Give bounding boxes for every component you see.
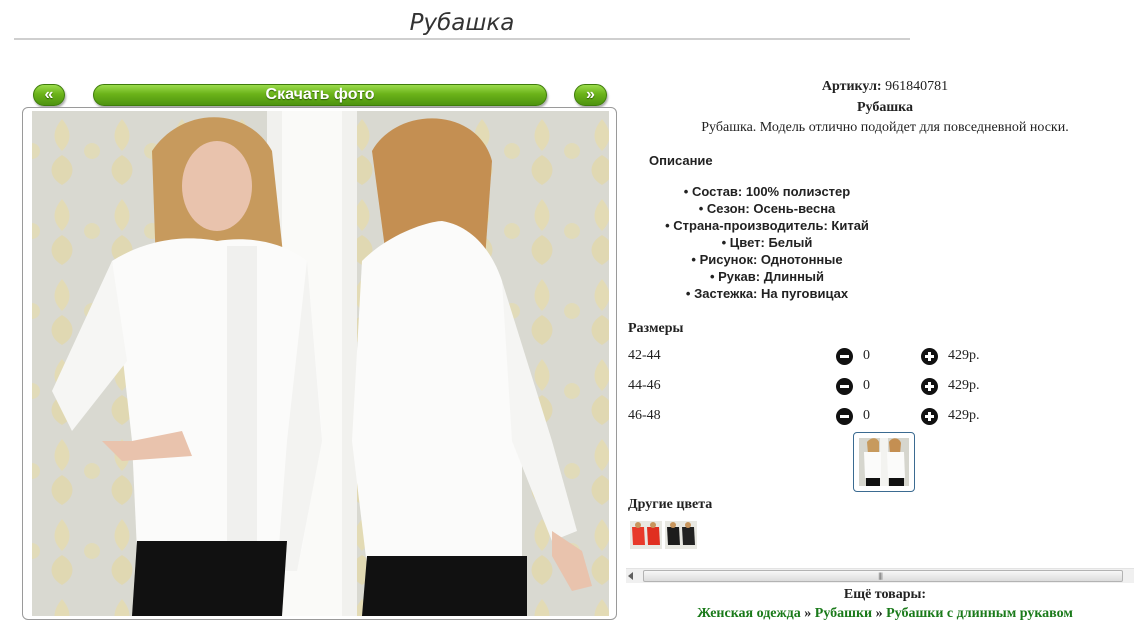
crumb-link[interactable]: Рубашки с длинным рукавом (886, 606, 1073, 621)
minus-icon[interactable] (836, 408, 853, 425)
product-name: Рубашка (856, 100, 914, 115)
other-colors-heading: Другие цвета (628, 497, 713, 512)
crumb-link[interactable]: Женская одежда (697, 606, 801, 621)
photo-frame (22, 107, 617, 620)
prev-photo-button[interactable]: « (33, 84, 65, 106)
plus-icon[interactable] (921, 408, 938, 425)
description-heading: Описание (649, 153, 713, 168)
crumb-separator: » (804, 606, 812, 621)
crumb-link[interactable]: Рубашки (815, 606, 872, 621)
product-photo[interactable] (32, 111, 609, 616)
page-title: Рубашка (14, 8, 910, 40)
property-item: Застежка: На пуговицах (626, 285, 908, 302)
sku-label: Артикул: (821, 79, 882, 94)
size-row: 46-48 0 429р. (628, 408, 1128, 428)
property-item: Страна-производитель: Китай (626, 217, 908, 234)
color-swatch-black[interactable] (665, 521, 697, 549)
property-item: Рукав: Длинный (626, 268, 908, 285)
size-price: 429р. (948, 348, 980, 363)
property-item: Цвет: Белый (626, 234, 908, 251)
property-item: Состав: 100% полиэстер (626, 183, 908, 200)
size-row: 42-44 0 429р. (628, 348, 1128, 368)
scrollbar-thumb[interactable]: ||| (643, 570, 1123, 582)
quantity-value: 0 (863, 378, 870, 393)
size-row: 44-46 0 429р. (628, 378, 1128, 398)
property-item: Сезон: Осень-весна (626, 200, 908, 217)
product-photo-image (32, 111, 609, 616)
photo-thumbnail[interactable] (853, 432, 915, 492)
download-photo-button[interactable]: Скачать фото (93, 84, 547, 106)
sku-value: 961840781 (885, 79, 949, 94)
color-swatch-red[interactable] (630, 521, 662, 549)
scroll-left-arrow-icon[interactable] (628, 572, 633, 580)
quantity-value: 0 (863, 408, 870, 423)
sizes-heading: Размеры (628, 321, 684, 336)
crumb-separator: » (875, 606, 883, 621)
quantity-value: 0 (863, 348, 870, 363)
next-photo-button[interactable]: » (574, 84, 607, 106)
horizontal-scrollbar[interactable]: ||| (626, 568, 1134, 583)
property-item: Рисунок: Однотонные (626, 251, 908, 268)
property-list: Состав: 100% полиэстер Сезон: Осень-весн… (626, 183, 908, 302)
grip-icon: ||| (878, 572, 883, 580)
more-items-heading: Ещё товары: (843, 587, 927, 602)
photo-thumbnail-image (859, 438, 909, 486)
minus-icon[interactable] (836, 378, 853, 395)
product-short-description: Рубашка. Модель отлично подойдет для пов… (701, 120, 1069, 135)
plus-icon[interactable] (921, 348, 938, 365)
size-label: 42-44 (628, 348, 661, 363)
size-label: 44-46 (628, 378, 661, 393)
minus-icon[interactable] (836, 348, 853, 365)
size-label: 46-48 (628, 408, 661, 423)
breadcrumb: Женская одежда » Рубашки » Рубашки с дли… (626, 606, 1134, 622)
size-price: 429р. (948, 378, 980, 393)
size-price: 429р. (948, 408, 980, 423)
sku-line: Артикул: 961840781 (626, 79, 1134, 95)
plus-icon[interactable] (921, 378, 938, 395)
